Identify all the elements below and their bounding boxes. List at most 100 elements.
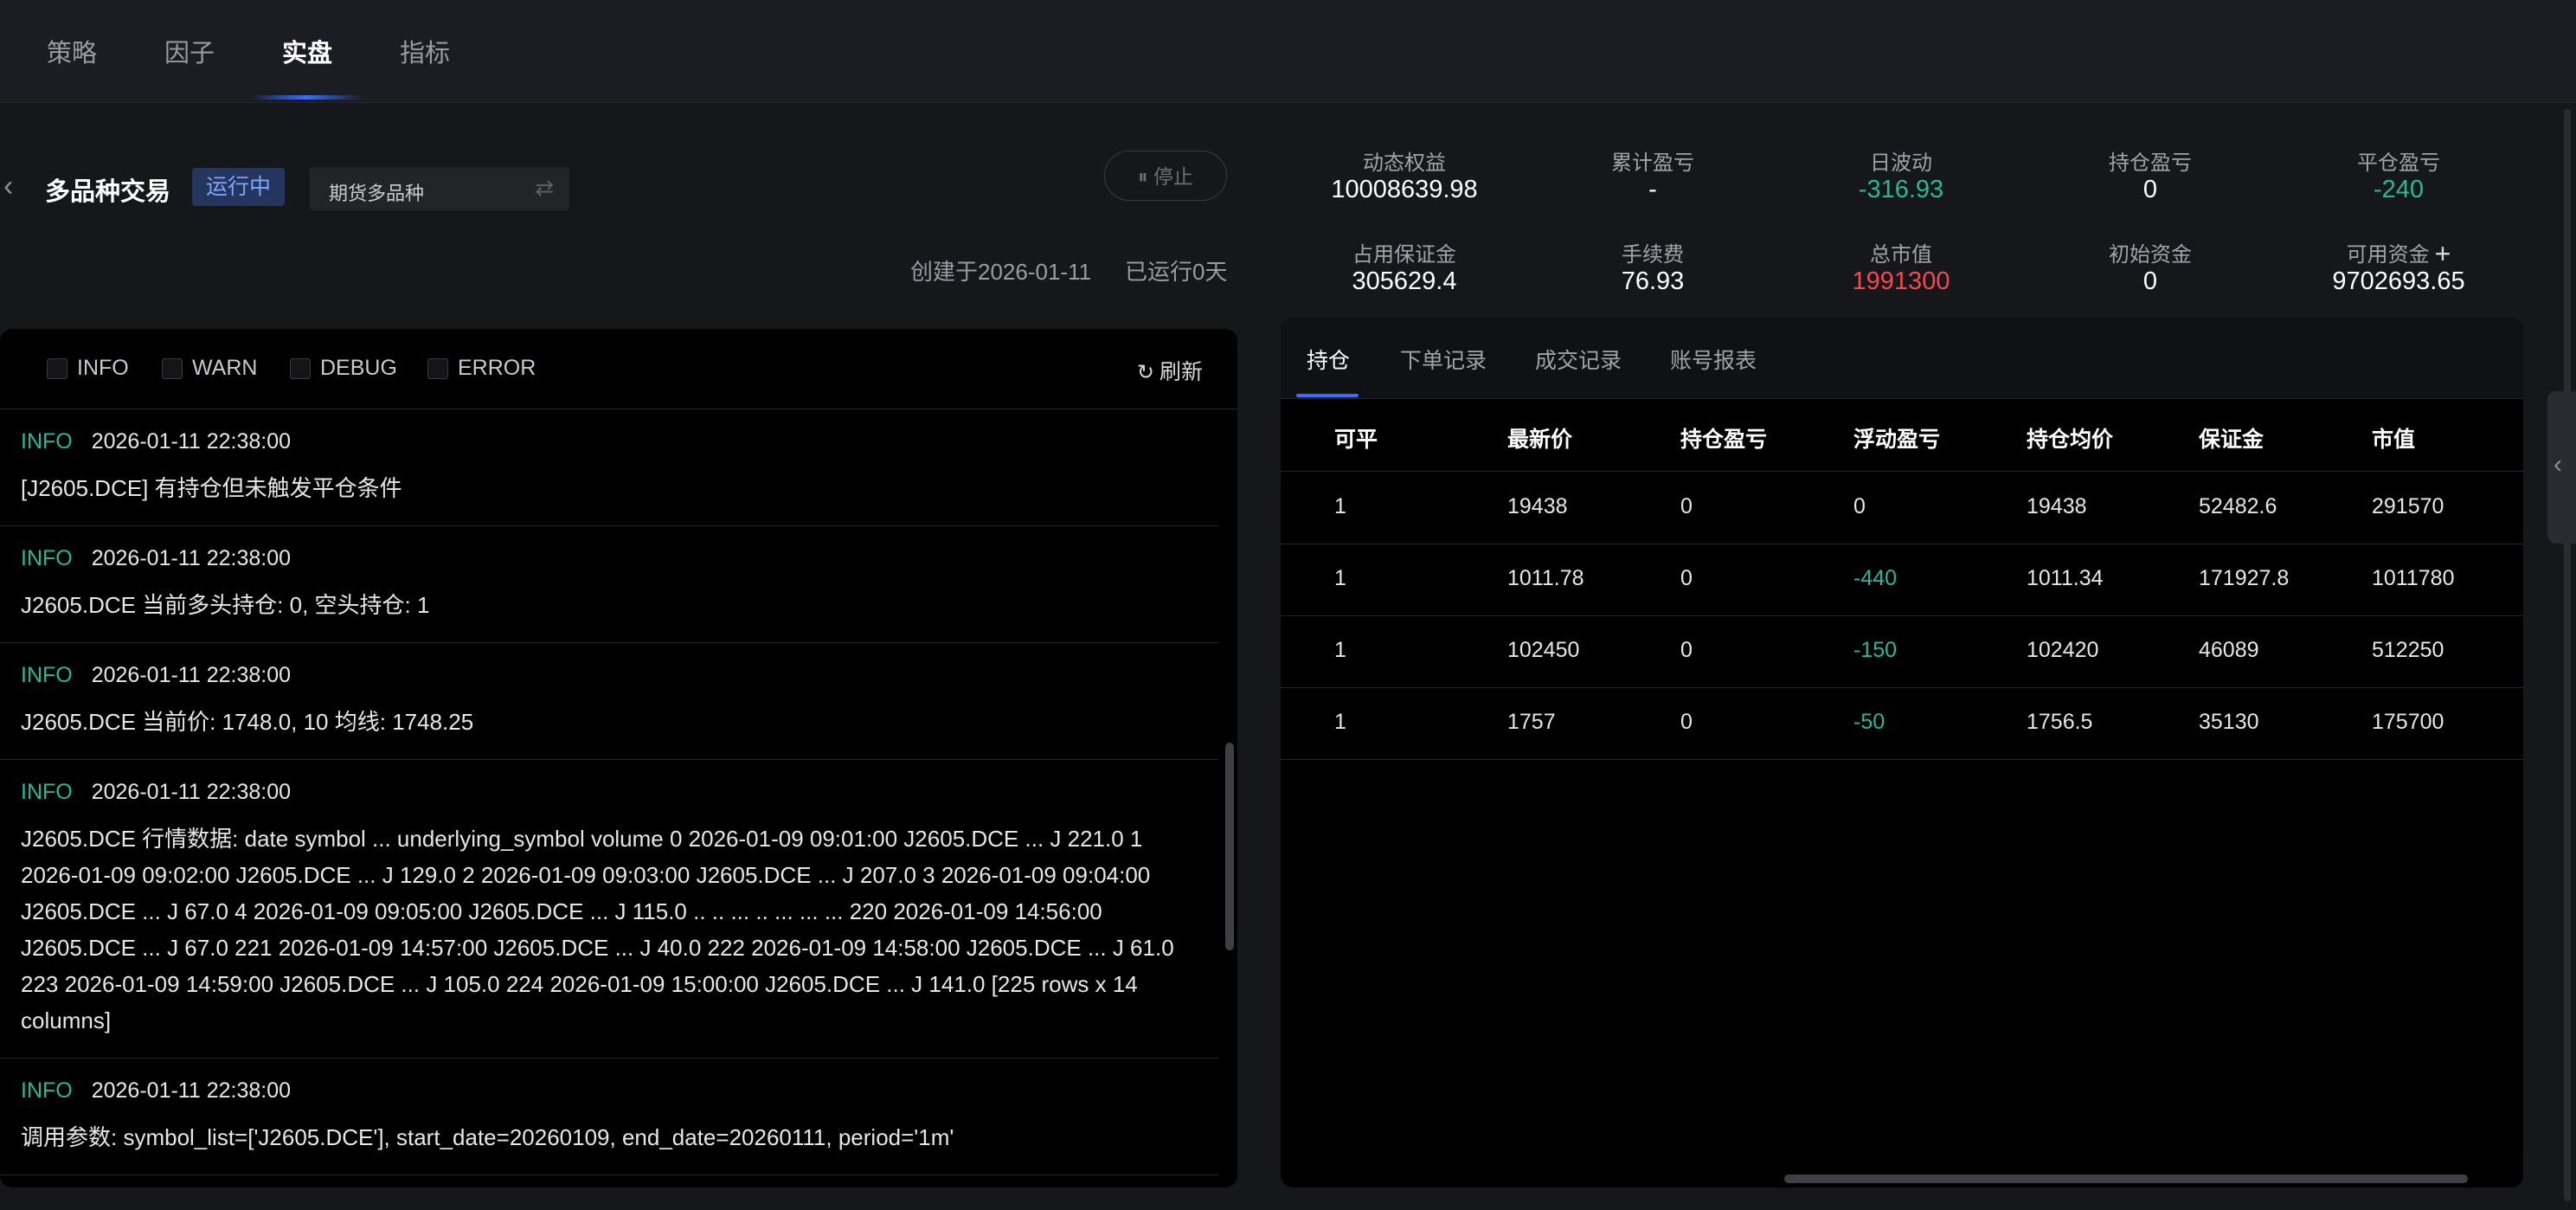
log-entry: INFO 2026-01-11 22:38:00 [J2605.DCE] 有持仓但未… — [0, 409, 1218, 526]
table-horizontal-scrollbar[interactable] — [1784, 1175, 2468, 1183]
table-cell: 0 — [1853, 494, 1866, 518]
log-filter-bar: INFO WARN DEBUG ERROR ↻ 刷新 — [0, 329, 1237, 409]
log-level: INFO — [21, 546, 73, 570]
stat-label: 占用保证金 — [1352, 243, 1456, 267]
column-header[interactable]: 持仓均价 — [2027, 422, 2113, 454]
stat-label: 平仓盈亏 — [2357, 151, 2440, 175]
positions-tab-indicator — [1296, 394, 1359, 397]
filter-debug-checkbox[interactable] — [290, 358, 311, 379]
stat-value: 1991300 — [1852, 267, 1950, 295]
log-scrollbar[interactable] — [1225, 743, 1234, 950]
table-cell: 35130 — [2199, 710, 2259, 734]
table-cell: 102450 — [1507, 638, 1580, 662]
table-cell: 1011.34 — [2027, 566, 2104, 590]
stat-value: 10008639.98 — [1331, 176, 1478, 203]
filter-warn-checkbox[interactable] — [162, 358, 183, 379]
table-row[interactable]: 1 1757 0 -50 1756.5 35130 175700 — [1281, 687, 2523, 760]
tab-orders[interactable]: 下单记录 — [1400, 344, 1487, 375]
column-header[interactable]: 最新价 — [1507, 422, 1572, 454]
stat-label: 累计盈亏 — [1611, 151, 1694, 175]
log-entry-header: INFO 2026-01-11 22:38:00 — [21, 660, 1198, 690]
filter-error-label: ERROR — [458, 356, 536, 380]
log-message: J2605.DCE 行情数据: date symbol ... underlyi… — [21, 826, 1174, 1033]
table-cell: -440 — [1853, 566, 1898, 590]
log-entry: INFO 2026-01-11 22:38:00 调用参数: symbol_list… — [0, 1059, 1218, 1175]
table-cell: 0 — [1680, 566, 1693, 590]
positions-tabs: 持仓 下单记录 成交记录 账号报表 — [1281, 318, 2523, 399]
filter-warn-label: WARN — [192, 356, 258, 380]
log-timestamp: 2026-01-11 22:38:00 — [91, 663, 292, 687]
stat-value: 0 — [2142, 176, 2158, 203]
back-icon[interactable]: ‹ — [3, 170, 13, 203]
tab-factor[interactable]: 因子 — [164, 33, 215, 69]
tab-account-report[interactable]: 账号报表 — [1670, 344, 1757, 375]
log-entry-header: INFO 2026-01-11 22:38:00 — [21, 777, 1198, 807]
tab-live[interactable]: 实盘 — [282, 33, 332, 69]
add-funds-icon[interactable]: + — [2435, 238, 2451, 269]
side-panel-toggle[interactable]: ‹ — [2547, 391, 2576, 544]
log-message: [J2605.DCE] 有持仓但未触发平仓条件 — [21, 475, 402, 501]
tab-indicator[interactable]: 指标 — [400, 33, 450, 69]
column-header[interactable]: 保证金 — [2199, 422, 2264, 454]
active-tab-indicator — [250, 95, 363, 100]
table-header: 可平 最新价 持仓盈亏 浮动盈亏 持仓均价 保证金 市值 — [1281, 398, 2523, 472]
stat-label: 手续费 — [1622, 243, 1684, 267]
table-cell: -150 — [1853, 638, 1898, 662]
table-cell: 512250 — [2372, 638, 2444, 662]
tab-trades[interactable]: 成交记录 — [1535, 344, 1622, 375]
tab-strategy[interactable]: 策略 — [47, 33, 97, 69]
table-cell: 46089 — [2199, 638, 2259, 662]
log-level: INFO — [21, 663, 73, 687]
table-cell: 0 — [1680, 638, 1693, 662]
stat-label: 初始资金 — [2109, 243, 2192, 267]
top-nav: 策略 因子 实盘 指标 — [0, 0, 2576, 103]
refresh-icon: ↻ — [1136, 361, 1154, 384]
table-cell: 19438 — [1507, 494, 1568, 518]
filter-error-checkbox[interactable] — [427, 358, 448, 379]
column-header[interactable]: 可平 — [1334, 422, 1378, 454]
log-timestamp: 2026-01-11 22:38:00 — [91, 429, 292, 454]
table-row[interactable]: 1 1011.78 0 -440 1011.34 171927.8 1011780 — [1281, 544, 2523, 616]
table-cell: 171927.8 — [2199, 566, 2290, 590]
status-badge: 运行中 — [192, 168, 286, 206]
stat-value: - — [1648, 176, 1657, 203]
log-level: INFO — [21, 780, 73, 804]
log-timestamp: 2026-01-11 22:38:00 — [91, 780, 292, 804]
column-header[interactable]: 浮动盈亏 — [1853, 422, 1940, 454]
table-cell: 1757 — [1507, 710, 1556, 734]
refresh-button[interactable]: ↻ 刷新 — [1137, 355, 1203, 386]
stat-label: 动态权益 — [1363, 151, 1446, 175]
table-row[interactable]: 1 19438 0 0 19438 52482.6 291570 — [1281, 472, 2523, 544]
collapse-icon: ‹ — [2554, 450, 2562, 479]
stat-label: 日波动 — [1870, 151, 1932, 175]
table-cell: 291570 — [2372, 494, 2444, 518]
tab-positions[interactable]: 持仓 — [1307, 344, 1350, 375]
page-scrollbar[interactable] — [2564, 109, 2571, 1201]
table-row[interactable]: 1 102450 0 -150 102420 46089 512250 — [1281, 615, 2523, 688]
table-cell: 1011780 — [2372, 566, 2455, 590]
table-cell: 1011.78 — [1507, 566, 1584, 590]
stat-value: 9702693.65 — [2332, 267, 2465, 295]
refresh-label: 刷新 — [1159, 360, 1203, 384]
created-date: 创建于2026-01-11 — [910, 259, 1092, 285]
log-entry-header: INFO 2026-01-11 22:38:00 — [21, 544, 1198, 573]
swap-icon[interactable]: ⇄ — [535, 175, 554, 202]
stat-value: -316.93 — [1858, 176, 1944, 203]
column-header[interactable]: 持仓盈亏 — [1680, 422, 1767, 454]
strategy-type-value: 期货多品种 — [329, 183, 425, 204]
strategy-title: 多品种交易 — [45, 178, 171, 206]
log-entry: INFO 2026-01-11 22:38:00 J2605.DCE 当前价: 17… — [0, 643, 1218, 760]
strategy-type-select[interactable]: 期货多品种 ⇄ — [310, 167, 569, 210]
table-cell: 19438 — [2027, 494, 2087, 518]
stat-value: 0 — [2142, 267, 2158, 295]
table-cell: 102420 — [2027, 638, 2099, 662]
stop-button[interactable]: ⏸ 停止 — [1104, 151, 1227, 201]
table-cell: 175700 — [2372, 710, 2444, 734]
stat-label: 可用资金 + — [2303, 237, 2494, 270]
log-entry: INFO 2026-01-11 22:38:00 J2605.DCE 行情数据: d… — [0, 760, 1218, 1059]
log-panel: INFO WARN DEBUG ERROR ↻ 刷新 INFO 2026-01-11… — [0, 329, 1237, 1187]
filter-info-checkbox[interactable] — [47, 358, 67, 379]
filter-debug-label: DEBUG — [320, 356, 397, 380]
column-header[interactable]: 市值 — [2372, 422, 2415, 454]
stat-value: -240 — [2373, 176, 2425, 203]
